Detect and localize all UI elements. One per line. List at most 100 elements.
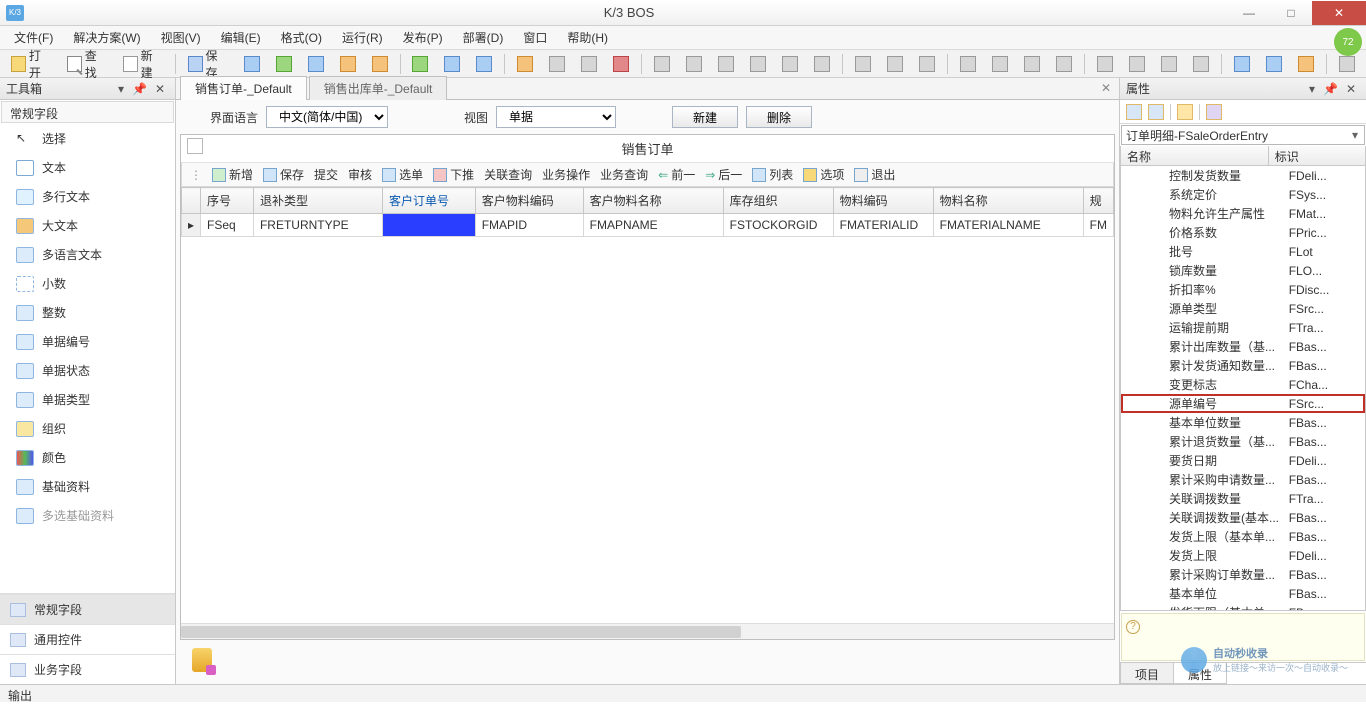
property-row[interactable]: 累计采购订单数量...FBas...: [1121, 565, 1365, 584]
col-material[interactable]: 物料编码: [833, 188, 933, 214]
fb-exit[interactable]: 退出: [850, 164, 899, 185]
tool-decimal[interactable]: 小数: [0, 269, 175, 298]
tb-align-5[interactable]: [775, 53, 805, 75]
fb-save[interactable]: 保存: [259, 164, 308, 185]
property-row[interactable]: 价格系数FPric...: [1121, 223, 1365, 242]
minimize-button[interactable]: —: [1228, 1, 1270, 25]
panel-pin-icon[interactable]: 📌: [1319, 82, 1342, 96]
row-handle[interactable]: ▸: [182, 214, 201, 237]
tb-align-6[interactable]: [807, 53, 837, 75]
tool-multilang[interactable]: 多语言文本: [0, 240, 175, 269]
tb-space-2[interactable]: [985, 53, 1015, 75]
fb-next[interactable]: ⇒后一: [701, 164, 746, 185]
view-select[interactable]: 单据: [496, 106, 616, 128]
tab-outstock[interactable]: 销售出库单-_Default: [309, 76, 448, 100]
col-seq[interactable]: 序号: [201, 188, 254, 214]
property-row[interactable]: 关联调拨数量(基本...FBas...: [1121, 508, 1365, 527]
fb-add[interactable]: 新增: [208, 164, 257, 185]
category-normal-fields[interactable]: 常规字段: [0, 594, 175, 624]
cell-mapname[interactable]: FMAPNAME: [583, 214, 723, 237]
property-row[interactable]: 累计采购申请数量...FBas...: [1121, 470, 1365, 489]
menu-deploy[interactable]: 部署(D): [453, 26, 514, 49]
tb-size-1[interactable]: [848, 53, 878, 75]
tab-saleorder[interactable]: 销售订单-_Default: [180, 76, 307, 100]
entry-grid[interactable]: 序号 退补类型 客户订单号 客户物料编码 客户物料名称 库存组织 物料编码 物料…: [181, 187, 1114, 623]
tb-copy[interactable]: [542, 53, 572, 75]
tool-bigtext[interactable]: 大文本: [0, 211, 175, 240]
tool-text[interactable]: 文本: [0, 153, 175, 182]
property-row[interactable]: 源单编号FSrc...: [1121, 394, 1365, 413]
fb-biz-query[interactable]: 业务查询: [596, 164, 652, 185]
property-row[interactable]: 批号FLot: [1121, 242, 1365, 261]
panel-close-icon[interactable]: ✕: [1342, 82, 1360, 96]
menu-run[interactable]: 运行(R): [332, 26, 393, 49]
col-returntype[interactable]: 退补类型: [253, 188, 382, 214]
property-row[interactable]: 变更标志FCha...: [1121, 375, 1365, 394]
tb-vspace-1[interactable]: [1090, 53, 1120, 75]
tb-space-4[interactable]: [1049, 53, 1079, 75]
events-icon[interactable]: [1206, 104, 1222, 120]
fb-prev[interactable]: ⇐前一: [654, 164, 699, 185]
tb-icon-7[interactable]: [437, 53, 467, 75]
tb-space-3[interactable]: [1017, 53, 1047, 75]
tool-color[interactable]: 颜色: [0, 443, 175, 472]
col-mapname[interactable]: 客户物料名称: [583, 188, 723, 214]
tool-billstatus[interactable]: 单据状态: [0, 356, 175, 385]
tb-size-2[interactable]: [880, 53, 910, 75]
property-row[interactable]: 基本单位FBas...: [1121, 584, 1365, 603]
property-row[interactable]: 发货下限（基本单FBas: [1121, 603, 1365, 611]
fb-audit[interactable]: 审核: [344, 164, 376, 185]
properties-list[interactable]: 控制发货数量FDeli...系统定价FSys...物料允许生产属性FMat...…: [1120, 166, 1366, 611]
new-button[interactable]: 新建: [672, 106, 738, 128]
property-row[interactable]: 关联调拨数量FTra...: [1121, 489, 1365, 508]
col-materialname[interactable]: 物料名称: [933, 188, 1083, 214]
fb-pick[interactable]: 选单: [378, 164, 427, 185]
menu-help[interactable]: 帮助(H): [557, 26, 618, 49]
tb-icon-8[interactable]: [469, 53, 499, 75]
property-row[interactable]: 累计发货通知数量...FBas...: [1121, 356, 1365, 375]
col-custorderno[interactable]: 客户订单号: [383, 188, 476, 214]
menu-window[interactable]: 窗口: [513, 26, 557, 49]
database-icon[interactable]: [192, 648, 212, 672]
property-row[interactable]: 发货上限FDeli...: [1121, 546, 1365, 565]
category-common-controls[interactable]: 通用控件: [0, 624, 175, 654]
cell-stockorg[interactable]: FSTOCKORGID: [723, 214, 833, 237]
tb-front[interactable]: [1227, 53, 1257, 75]
tb-align-2[interactable]: [679, 53, 709, 75]
maximize-button[interactable]: □: [1270, 1, 1312, 25]
panel-pin-icon[interactable]: 📌: [128, 82, 151, 96]
cell-spec[interactable]: FM: [1083, 214, 1113, 237]
property-row[interactable]: 锁库数量FLO...: [1121, 261, 1365, 280]
panel-close-icon[interactable]: ✕: [151, 82, 169, 96]
sort-cat-icon[interactable]: [1126, 104, 1142, 120]
tool-select[interactable]: ↖选择: [0, 124, 175, 153]
tb-icon-2[interactable]: [269, 53, 299, 75]
col-key[interactable]: 标识: [1269, 146, 1365, 165]
tb-paste[interactable]: [574, 53, 604, 75]
tb-cut[interactable]: [510, 53, 540, 75]
property-row[interactable]: 控制发货数量FDeli...: [1121, 166, 1365, 185]
tb-icon-5[interactable]: [365, 53, 395, 75]
property-row[interactable]: 系统定价FSys...: [1121, 185, 1365, 204]
property-row[interactable]: 要货日期FDeli...: [1121, 451, 1365, 470]
tb-vspace-4[interactable]: [1186, 53, 1216, 75]
tb-delete[interactable]: [606, 53, 636, 75]
tb-icon-6[interactable]: [405, 53, 435, 75]
tb-vspace-3[interactable]: [1154, 53, 1184, 75]
h-scrollbar[interactable]: [181, 623, 1114, 639]
cell-materialname[interactable]: FMATERIALNAME: [933, 214, 1083, 237]
fb-link-query[interactable]: 关联查询: [480, 164, 536, 185]
fb-list[interactable]: 列表: [748, 164, 797, 185]
tool-org[interactable]: 组织: [0, 414, 175, 443]
panel-dropdown-icon[interactable]: ▾: [1305, 82, 1319, 96]
category-business-fields[interactable]: 业务字段: [0, 654, 175, 684]
prop-page-icon[interactable]: [1177, 104, 1193, 120]
tb-vspace-2[interactable]: [1122, 53, 1152, 75]
fb-push[interactable]: 下推: [429, 164, 478, 185]
property-row[interactable]: 运输提前期FTra...: [1121, 318, 1365, 337]
col-stockorg[interactable]: 库存组织: [723, 188, 833, 214]
cell-seq[interactable]: FSeq: [201, 214, 254, 237]
tb-size-3[interactable]: [912, 53, 942, 75]
tab-close-icon[interactable]: ✕: [1101, 81, 1111, 95]
tb-align-3[interactable]: [711, 53, 741, 75]
